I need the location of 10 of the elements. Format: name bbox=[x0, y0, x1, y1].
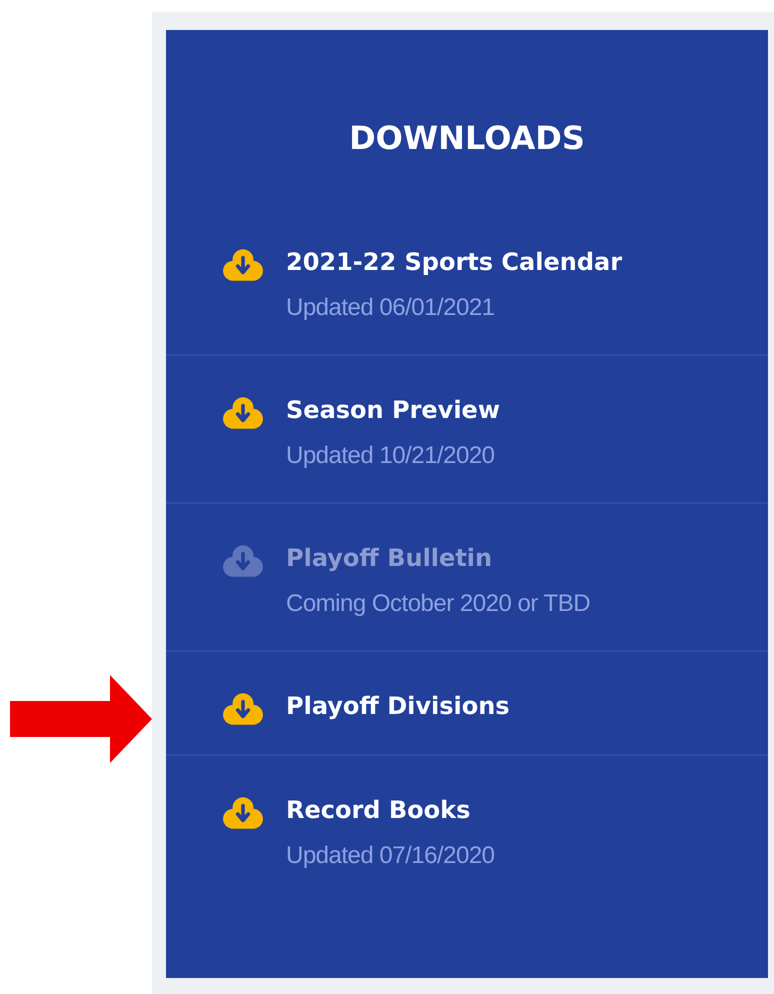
update-note: Updated 06/01/2021 bbox=[286, 293, 495, 323]
arrow-icon bbox=[10, 675, 152, 763]
download-link[interactable]: Playoff Divisions bbox=[286, 690, 510, 722]
update-note: Updated 10/21/2020 bbox=[286, 441, 495, 471]
download-link[interactable]: 2021-22 Sports Calendar bbox=[286, 246, 622, 278]
download-link[interactable]: Record Books bbox=[286, 794, 470, 826]
update-note: Updated 07/16/2020 bbox=[286, 841, 495, 871]
download-link[interactable]: Season Preview bbox=[286, 394, 500, 426]
panel-title: DOWNLOADS bbox=[348, 118, 586, 159]
update-note: Coming October 2020 or TBD bbox=[286, 589, 590, 619]
